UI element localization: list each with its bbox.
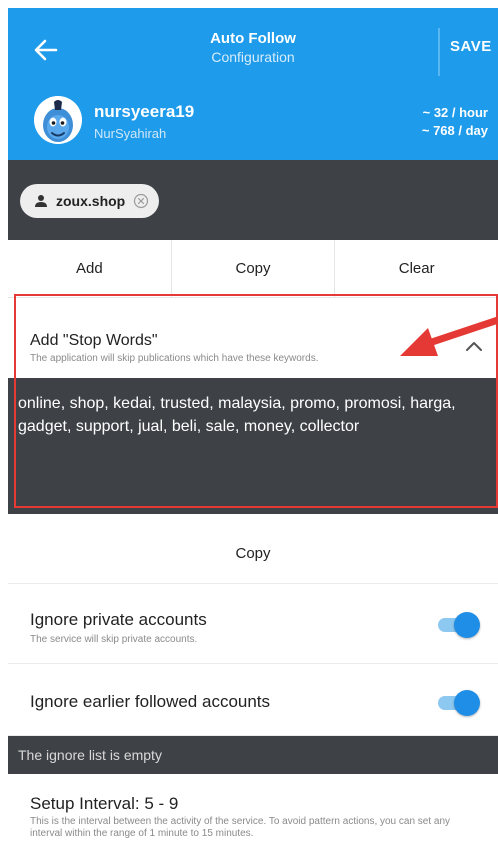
stop-words-copy-button[interactable]: Copy xyxy=(8,524,498,584)
add-button[interactable]: Add xyxy=(8,240,172,297)
toggle-thumb xyxy=(454,612,480,638)
ignore-list-status[interactable]: The ignore list is empty xyxy=(8,736,498,774)
setting-ignore-private-label: Ignore private accounts xyxy=(30,610,207,629)
account-username: nursyeera19 xyxy=(94,102,195,121)
setting-ignore-private[interactable]: Ignore private accounts The service will… xyxy=(8,584,498,664)
setting-ignore-followed-label: Ignore earlier followed accounts xyxy=(30,692,271,711)
avatar-image-icon xyxy=(34,96,82,144)
clear-button[interactable]: Clear xyxy=(335,240,498,297)
rate-per-day: ~ 768 / day xyxy=(421,123,488,138)
account-full-name: NurSyahirah xyxy=(94,126,167,141)
setting-interval-label: Setup Interval: 5 - 9 xyxy=(30,794,179,813)
app-bar: Auto Follow Configuration SAVE nursyeera… xyxy=(8,8,498,160)
ignore-private-toggle[interactable] xyxy=(434,612,480,638)
ignore-followed-toggle[interactable] xyxy=(434,690,480,716)
setting-ignore-followed[interactable]: Ignore earlier followed accounts xyxy=(8,664,498,736)
copy-button[interactable]: Copy xyxy=(172,240,336,297)
app-screen: Auto Follow Configuration SAVE nursyeera… xyxy=(8,8,498,846)
tag-chip[interactable]: zoux.shop xyxy=(20,184,160,218)
page-subtitle: Configuration xyxy=(211,49,295,65)
setting-interval[interactable]: Setup Interval: 5 - 9 This is the interv… xyxy=(8,774,498,846)
rate-per-hour: ~ 32 / hour xyxy=(422,105,488,120)
toggle-thumb xyxy=(454,690,480,716)
save-button[interactable]: SAVE xyxy=(450,38,492,55)
tag-actions: Add Copy Clear xyxy=(8,240,498,298)
close-circle-icon[interactable] xyxy=(133,193,149,209)
setting-interval-description: This is the interval between the activit… xyxy=(30,816,451,839)
save-divider xyxy=(438,28,440,76)
stop-words-title: Add "Stop Words" xyxy=(30,332,158,349)
page-title: Auto Follow xyxy=(210,30,296,47)
setting-ignore-private-description: The service will skip private accounts. xyxy=(30,634,198,645)
tag-chip-label: zoux.shop xyxy=(56,193,126,209)
title-block: Auto Follow Configuration xyxy=(128,30,378,66)
stop-words-list[interactable]: online, shop, kedai, trusted, malaysia, … xyxy=(8,378,498,514)
back-arrow-icon[interactable] xyxy=(32,36,60,64)
follow-rate: ~ 32 / hour ~ 768 / day xyxy=(422,104,488,140)
annotation-arrow-icon xyxy=(400,316,498,356)
stop-words-description: The application will skip publications w… xyxy=(30,353,319,364)
person-icon xyxy=(35,195,47,207)
source-tags-area: zoux.shop xyxy=(8,160,498,240)
avatar[interactable] xyxy=(34,96,82,144)
